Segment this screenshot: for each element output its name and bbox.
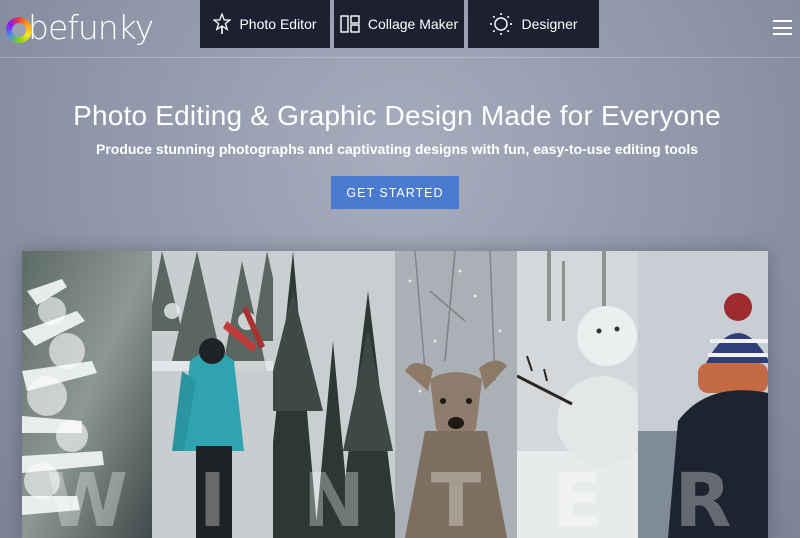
gallery-letter: I	[198, 458, 227, 538]
get-started-button[interactable]: GET STARTED	[331, 176, 459, 209]
befunky-logo[interactable]: befunky	[6, 4, 154, 50]
hero-subtitle: Produce stunning photographs and captiva…	[95, 141, 699, 157]
winter-gallery: W I N T E R	[22, 251, 768, 538]
nav-tab-designer[interactable]: Designer	[468, 0, 599, 48]
gallery-letter: R	[674, 458, 732, 538]
designer-sun-icon	[489, 12, 513, 36]
nav-tab-label: Collage Maker	[367, 16, 459, 32]
logo-text: befunky	[28, 7, 154, 47]
hamburger-menu-icon[interactable]	[773, 20, 792, 35]
nav-tab-collage-maker[interactable]: Collage Maker	[334, 0, 464, 48]
site-header: befunky Photo Editor Collage Maker Desig…	[0, 0, 800, 58]
star-wand-icon	[213, 13, 232, 35]
gallery-panel-knit-hat: R	[638, 251, 768, 538]
nav-tab-photo-editor[interactable]: Photo Editor	[200, 0, 330, 48]
gallery-panel-snowman: E	[517, 251, 638, 538]
gallery-panel-frosted-pine: W	[22, 251, 152, 538]
hero-title: Photo Editing & Graphic Design Made for …	[73, 100, 721, 131]
nav-tab-label: Photo Editor	[239, 16, 317, 32]
gallery-panel-evergreens: N	[273, 251, 395, 538]
nav-tab-label: Designer	[521, 16, 578, 32]
gallery-letter: W	[46, 458, 128, 538]
gallery-letter: N	[303, 458, 365, 538]
gallery-panel-hiker: I	[152, 251, 273, 538]
gallery-letter: T	[430, 458, 482, 538]
logo-color-wheel-icon	[6, 17, 32, 43]
gallery-panel-deer: T	[395, 251, 517, 538]
collage-grid-icon	[340, 15, 360, 33]
gallery-letter: E	[552, 458, 603, 538]
